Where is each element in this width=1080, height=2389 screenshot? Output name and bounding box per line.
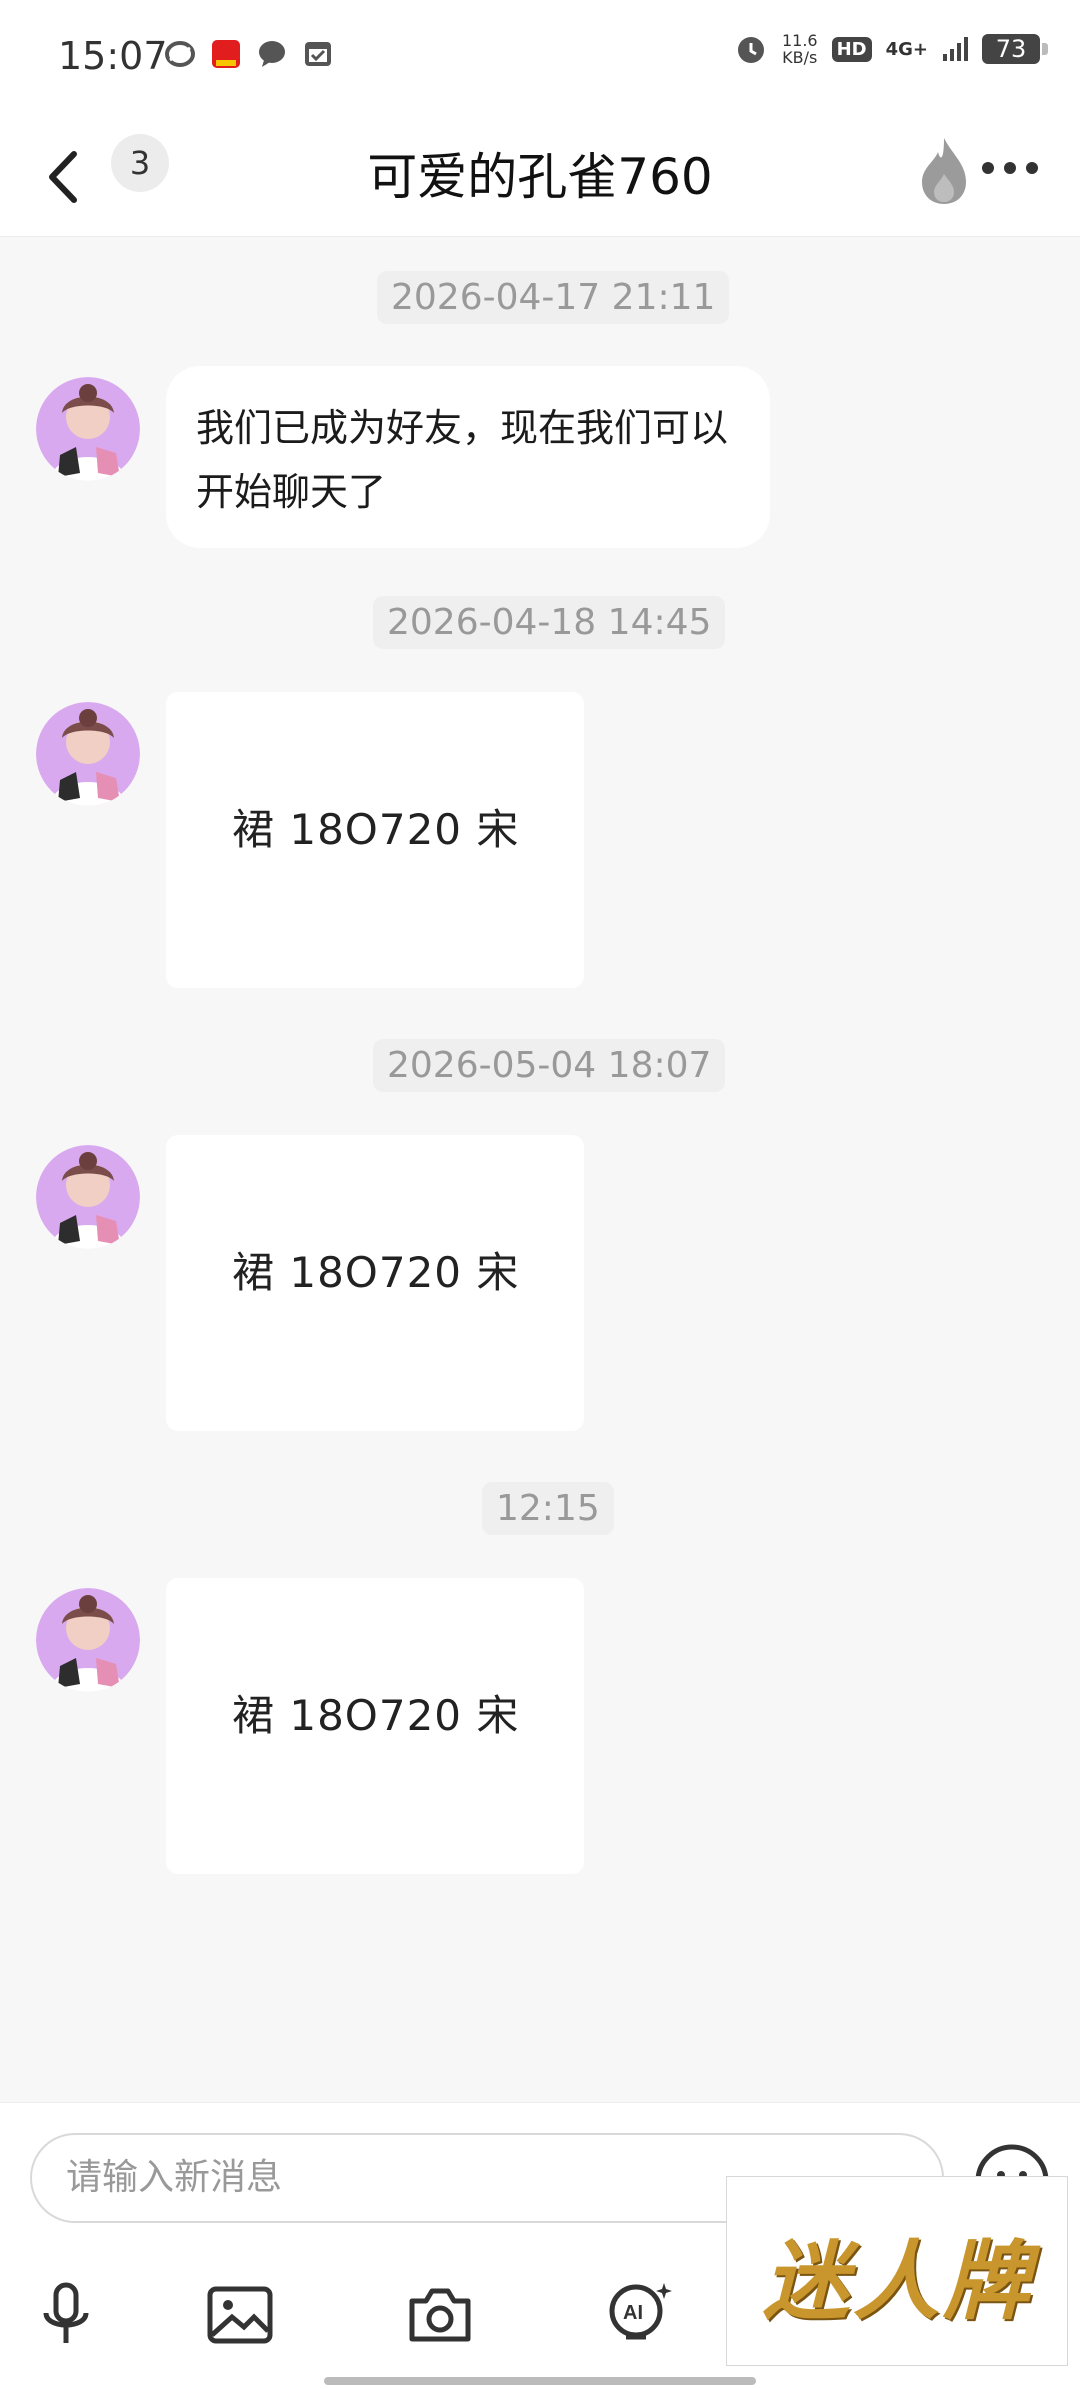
status-time: 15:07 <box>58 34 168 78</box>
network-speed: 11.6 KB/s <box>782 32 818 66</box>
message-timestamp: 2026-04-18 14:45 <box>373 596 726 649</box>
home-indicator <box>324 2377 756 2385</box>
ad-banner[interactable]: 迷人牌 <box>726 2176 1068 2366</box>
shopping-app-icon <box>212 40 240 68</box>
contact-avatar[interactable] <box>36 1145 140 1249</box>
battery-indicator: 73 <box>982 34 1048 64</box>
hd-badge: HD <box>831 36 872 62</box>
message-timestamp: 12:15 <box>482 1482 614 1535</box>
status-bar: 15:07 11.6 KB/s HD 4G+ 73 <box>0 0 1080 118</box>
image-message-text: 裙 18O720 宋 <box>232 1248 520 1297</box>
notification-icons <box>164 38 334 70</box>
microphone-icon[interactable] <box>30 2279 102 2351</box>
image-message-text: 裙 18O720 宋 <box>232 1691 520 1740</box>
image-message-card[interactable]: 裙 18O720 宋 <box>166 692 584 988</box>
image-message-card[interactable]: 裙 18O720 宋 <box>166 1578 584 1874</box>
image-message-text: 裙 18O720 宋 <box>232 805 520 854</box>
app-notification-icon <box>165 41 195 67</box>
ai-assistant-icon[interactable]: AI <box>604 2279 676 2351</box>
contact-avatar[interactable] <box>36 1588 140 1692</box>
message-timestamp: 2026-05-04 18:07 <box>373 1039 726 1092</box>
chat-header: 3 可爱的孔雀760 <box>0 118 1080 237</box>
alarm-icon <box>737 37 764 63</box>
svg-text:AI: AI <box>623 2302 643 2324</box>
contact-avatar[interactable] <box>36 702 140 806</box>
more-options-icon[interactable] <box>980 156 1040 180</box>
image-icon[interactable] <box>204 2279 276 2351</box>
network-type: 4G+ <box>885 38 928 60</box>
flame-icon[interactable] <box>914 134 974 206</box>
system-message-bubble: 我们已成为好友，现在我们可以开始聊天了 <box>166 366 770 548</box>
signal-icon <box>943 37 968 61</box>
contact-avatar[interactable] <box>36 377 140 481</box>
netspeed-value: 11.6 <box>781 31 818 50</box>
camera-icon[interactable] <box>404 2279 476 2351</box>
calendar-check-icon <box>305 42 331 66</box>
message-timestamp: 2026-04-17 21:11 <box>377 271 730 324</box>
netspeed-unit: KB/s <box>782 48 818 67</box>
ad-logo-text: 迷人牌 <box>763 2232 1033 2332</box>
message-bubble-icon <box>259 41 285 67</box>
image-message-card[interactable]: 裙 18O720 宋 <box>166 1135 584 1431</box>
status-right-icons: 11.6 KB/s HD 4G+ 73 <box>734 32 1048 66</box>
